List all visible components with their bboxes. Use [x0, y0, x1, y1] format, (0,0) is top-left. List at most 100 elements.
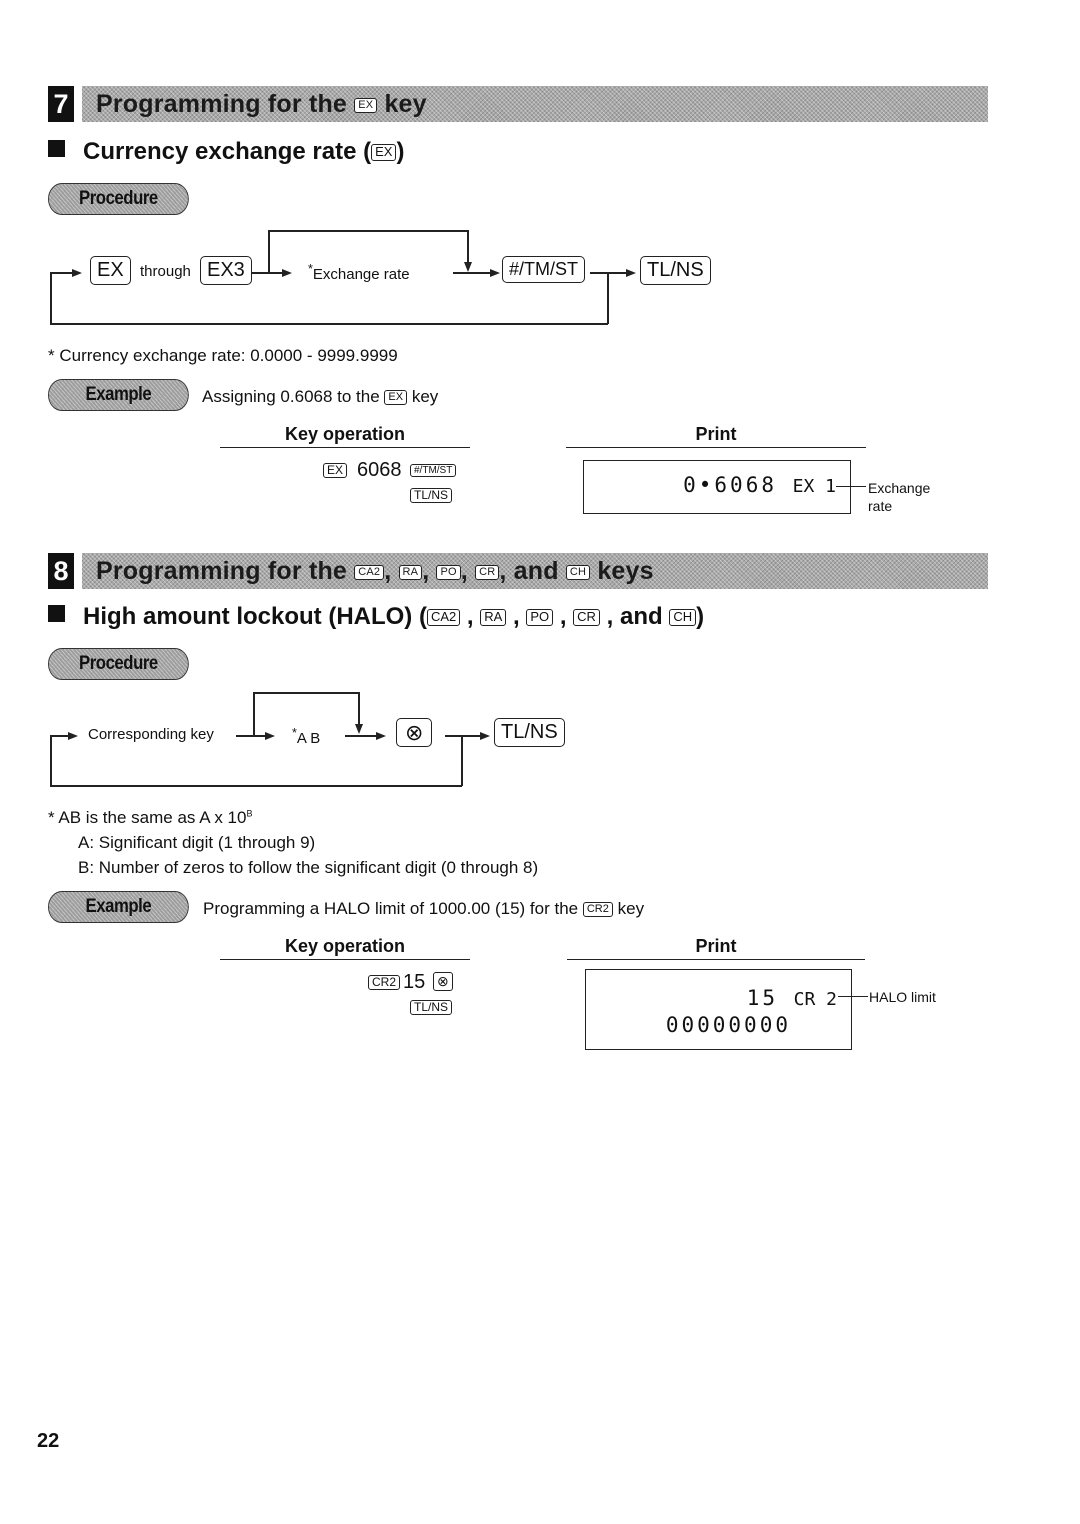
example-description: Programming a HALO limit of 1000.00 (15)…: [203, 899, 644, 919]
ex-key-icon: EX: [371, 144, 397, 162]
section-title: Programming for the CA2, RA, PO, CR, and…: [96, 557, 654, 585]
po-key-icon: PO: [526, 609, 554, 627]
page-number: 22: [37, 1430, 60, 1452]
cr-key-icon: CR: [573, 609, 600, 627]
loop-line: [50, 272, 52, 324]
ca2-key-icon: CA2: [354, 565, 385, 580]
example-desc-suffix: key: [617, 899, 645, 918]
arrow-right-icon: [480, 732, 490, 740]
arrow-line: [345, 735, 377, 737]
arrow-line: [50, 735, 68, 737]
print-receipt: 0•6068 EX 1: [583, 460, 851, 514]
example-label: Example: [48, 379, 189, 411]
receipt-code: CR 2: [793, 989, 837, 1010]
bypass-line: [467, 230, 469, 262]
exchange-rate-entry: *Exchange rate: [308, 262, 410, 283]
arrow-right-icon: [72, 269, 82, 277]
entry-text: A B: [296, 730, 321, 747]
key-operation-header: Key operation: [220, 936, 470, 960]
example-desc-text: Programming a HALO limit of 1000.00 (15)…: [203, 899, 579, 918]
loop-line: [50, 785, 462, 787]
subtotal-key: #/TM/ST: [502, 256, 586, 283]
receipt-value: 15: [746, 986, 778, 1010]
ra-key-icon: RA: [398, 565, 423, 580]
footnote-line-2: A: Significant digit (1 through 9): [78, 833, 316, 852]
key-op-value: 15: [403, 971, 426, 993]
bypass-line: [268, 230, 468, 232]
subsection-title-close: ): [396, 138, 405, 165]
cr-key-icon: CR: [475, 565, 500, 580]
example-desc-text: Assigning 0.6068 to the: [202, 387, 380, 406]
superscript-b: B: [246, 808, 253, 819]
receipt-line: 00000000: [665, 1013, 791, 1037]
arrow-line: [445, 735, 481, 737]
receipt-value: 0•6068: [683, 473, 777, 497]
ch-key-icon: CH: [565, 565, 591, 580]
total-key: TL/NS: [494, 718, 565, 747]
ra-key-icon: RA: [480, 609, 507, 627]
bypass-line: [358, 692, 360, 725]
footnote-line-1: * AB is the same as A x 10B: [48, 808, 252, 828]
arrow-right-icon: [376, 732, 386, 740]
ex-key-icon: EX: [384, 390, 408, 405]
bypass-line: [253, 692, 255, 735]
arrow-down-icon: [464, 262, 472, 272]
and-text: and: [619, 603, 663, 630]
section-number: 8: [48, 553, 74, 589]
arrow-line: [590, 272, 628, 274]
annotation-exchange-rate: Exchange rate: [868, 480, 931, 514]
arrow-down-icon: [355, 724, 363, 734]
arrow-right-icon: [68, 732, 78, 740]
through-text: through: [140, 263, 191, 280]
receipt-code: EX 1: [792, 476, 836, 497]
arrow-line: [236, 735, 266, 737]
section-number: 7: [48, 86, 74, 122]
print-header: Print: [566, 424, 866, 448]
ch-key-icon: CH: [669, 609, 697, 627]
procedure-label: Procedure: [48, 648, 189, 680]
receipt-line: 15 CR 2: [747, 986, 837, 1010]
arrow-line: [50, 272, 72, 274]
section-title: Programming for the EX key: [96, 86, 427, 122]
arrow-line: [252, 272, 282, 274]
section-title-text: Programming for the: [96, 557, 348, 585]
po-key-icon: PO: [436, 565, 461, 580]
subtotal-key: #/TM/ST: [410, 463, 457, 478]
key-op-value: 6068: [357, 459, 402, 481]
arrow-right-icon: [490, 269, 500, 277]
print-receipt: 15 CR 2 00000000: [585, 969, 852, 1050]
total-key: TL/NS: [410, 487, 453, 504]
footnote: * Currency exchange rate: 0.0000 - 9999.…: [48, 346, 398, 365]
ab-entry: *A B: [292, 726, 320, 747]
cr2-key-icon: CR2: [582, 902, 613, 917]
entry-text: Exchange rate: [312, 266, 410, 283]
total-key: TL/NS: [410, 999, 453, 1016]
loop-line: [607, 272, 609, 324]
subsection-title: High amount lockout (HALO) (CA2 , RA , P…: [48, 603, 704, 631]
example-description: Assigning 0.6068 to the EX key: [202, 387, 438, 407]
subsection-title-close: ): [696, 603, 705, 630]
ex3-key: EX3: [200, 256, 252, 285]
section-title-text: Programming for the: [96, 90, 348, 118]
footnote-text: * AB is the same as A x 10: [48, 808, 247, 827]
loop-line: [50, 323, 608, 325]
subsection-title-text: High amount lockout (HALO) (: [83, 603, 427, 630]
receipt-line: 0•6068 EX 1: [683, 473, 836, 497]
annotation-halo-limit: HALO limit: [869, 989, 936, 1005]
bypass-line: [253, 692, 359, 694]
bullet-square-icon: [48, 140, 65, 157]
annotation-leader: [836, 486, 866, 488]
arrow-line: [453, 272, 491, 274]
arrow-right-icon: [626, 269, 636, 277]
ex-key-icon: EX: [354, 98, 378, 113]
arrow-right-icon: [282, 269, 292, 277]
section-title-suffix: key: [384, 90, 427, 118]
annotation-leader: [838, 996, 868, 998]
print-header: Print: [567, 936, 865, 960]
procedure-label: Procedure: [48, 183, 189, 215]
example-desc-suffix: key: [411, 387, 439, 406]
and-text: and: [513, 557, 559, 585]
ex-key: EX: [90, 256, 131, 285]
key-operation-header: Key operation: [220, 424, 470, 448]
cr2-key: CR2: [368, 974, 401, 991]
